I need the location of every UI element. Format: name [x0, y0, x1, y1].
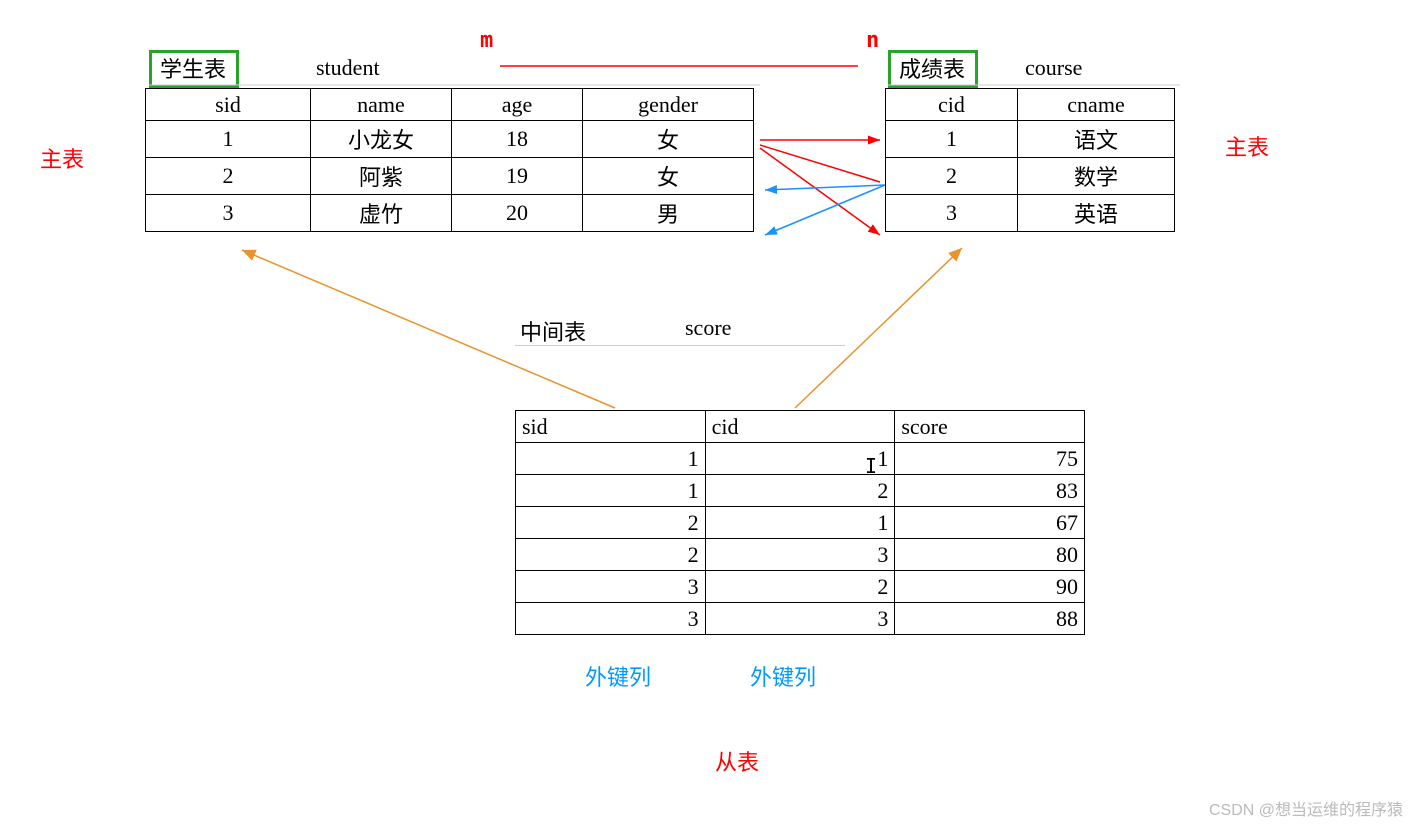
score-row-4: 2 3 80 — [516, 539, 1085, 571]
cell: 2 — [705, 475, 895, 507]
course-header-cname: cname — [1018, 89, 1175, 121]
student-header-row: sid name age gender — [146, 89, 754, 121]
course-title-cn: 成绩表 — [888, 50, 978, 88]
cell: 3 — [705, 539, 895, 571]
cell: 女 — [583, 158, 754, 195]
n-label: n — [866, 28, 879, 53]
cell: 2 — [516, 539, 706, 571]
cell: 女 — [583, 121, 754, 158]
watermark: CSDN @想当运维的程序猿 — [1209, 796, 1403, 820]
course-row-3: 3 英语 — [886, 195, 1175, 232]
student-header-name: name — [311, 89, 452, 121]
main-table-left-label: 主表 — [40, 142, 84, 174]
cell: 1 — [146, 121, 311, 158]
cell: 3 — [146, 195, 311, 232]
cell: 19 — [452, 158, 583, 195]
cell: 数学 — [1018, 158, 1175, 195]
student-header-age: age — [452, 89, 583, 121]
cell: 1 — [886, 121, 1018, 158]
orange-arrow-cid — [795, 248, 962, 408]
cell: 阿紫 — [311, 158, 452, 195]
cell: 2 — [705, 571, 895, 603]
score-row-2: 1 2 83 — [516, 475, 1085, 507]
student-row-1: 1 小龙女 18 女 — [146, 121, 754, 158]
cell: 1 — [705, 507, 895, 539]
student-title-en: student — [316, 55, 380, 81]
cell: 83 — [895, 475, 1085, 507]
student-header-gender: gender — [583, 89, 754, 121]
score-title-cn: 中间表 — [520, 315, 586, 347]
fk-label-2: 外键列 — [750, 660, 816, 692]
score-row-5: 3 2 90 — [516, 571, 1085, 603]
course-title-en: course — [1025, 55, 1082, 81]
cell: 18 — [452, 121, 583, 158]
cell: 1 — [516, 475, 706, 507]
score-header-row: sid cid score — [516, 411, 1085, 443]
cell: 80 — [895, 539, 1085, 571]
main-table-right-label: 主表 — [1225, 130, 1269, 162]
student-table: sid name age gender 1 小龙女 18 女 2 阿紫 19 女… — [145, 88, 754, 232]
red-arrow-3 — [760, 148, 880, 235]
cell: 1 — [516, 443, 706, 475]
course-table: cid cname 1 语文 2 数学 3 英语 — [885, 88, 1175, 232]
score-row-6: 3 3 88 — [516, 603, 1085, 635]
score-header-score: score — [895, 411, 1085, 443]
cell: 男 — [583, 195, 754, 232]
cell: 88 — [895, 603, 1085, 635]
cell: 2 — [886, 158, 1018, 195]
course-header-row: cid cname — [886, 89, 1175, 121]
cell: 3 — [516, 603, 706, 635]
fk-label-1: 外键列 — [585, 660, 651, 692]
course-row-2: 2 数学 — [886, 158, 1175, 195]
score-table: sid cid score 1 1 75 1 2 83 2 1 67 2 3 8… — [515, 410, 1085, 635]
score-header-sid: sid — [516, 411, 706, 443]
student-title-cn: 学生表 — [149, 50, 239, 88]
cell: 3 — [516, 571, 706, 603]
course-header-cid: cid — [886, 89, 1018, 121]
cell: 英语 — [1018, 195, 1175, 232]
cell: 3 — [705, 603, 895, 635]
cell: 67 — [895, 507, 1085, 539]
student-header-sid: sid — [146, 89, 311, 121]
score-row-1: 1 1 75 — [516, 443, 1085, 475]
red-arrow-2a — [760, 145, 880, 182]
student-row-2: 2 阿紫 19 女 — [146, 158, 754, 195]
cell: 20 — [452, 195, 583, 232]
student-row-3: 3 虚竹 20 男 — [146, 195, 754, 232]
score-row-3: 2 1 67 — [516, 507, 1085, 539]
score-title-en: score — [685, 315, 731, 341]
cell: 90 — [895, 571, 1085, 603]
sub-table-label: 从表 — [715, 745, 759, 777]
cell: 2 — [146, 158, 311, 195]
cell: 虚竹 — [311, 195, 452, 232]
cell: 2 — [516, 507, 706, 539]
score-header-cid: cid — [705, 411, 895, 443]
blue-arrow-1 — [765, 185, 885, 190]
m-label: m — [480, 28, 493, 53]
score-title-underline — [515, 345, 845, 346]
cell: 3 — [886, 195, 1018, 232]
text-cursor-icon: I — [865, 454, 877, 478]
course-row-1: 1 语文 — [886, 121, 1175, 158]
cell: 75 — [895, 443, 1085, 475]
blue-arrow-2 — [765, 185, 885, 235]
cell: 语文 — [1018, 121, 1175, 158]
cell: 小龙女 — [311, 121, 452, 158]
